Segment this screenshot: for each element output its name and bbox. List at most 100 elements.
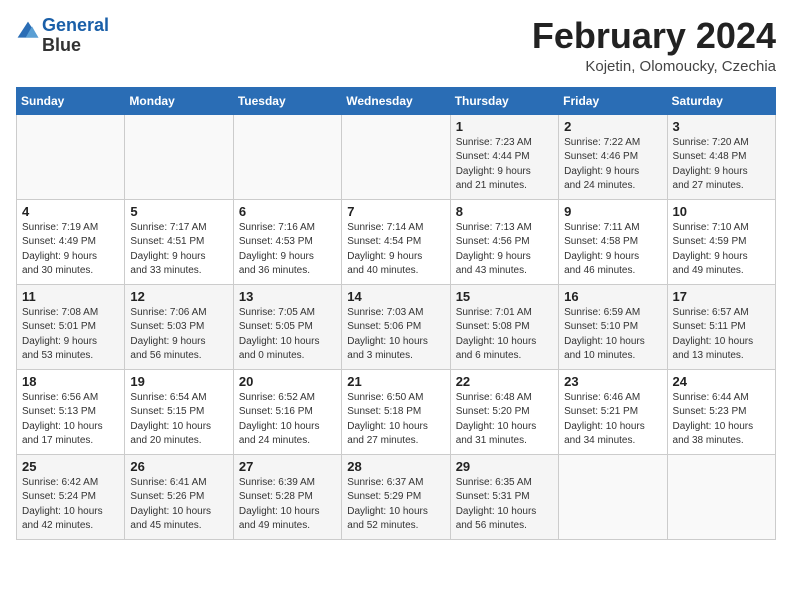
day-info: Sunrise: 7:06 AM Sunset: 5:03 PM Dayligh…	[130, 306, 227, 364]
week-row-2: 4 Sunrise: 7:19 AM Sunset: 4:49 PM Daylig…	[17, 199, 776, 284]
day-info: Sunrise: 6:35 AM Sunset: 5:31 PM Dayligh…	[456, 476, 553, 534]
calendar-cell: 15Sunrise: 7:01 AM Sunset: 5:08 PM Dayli…	[450, 284, 558, 369]
day-number: 16	[564, 289, 661, 304]
day-info: Sunrise: 6:57 AM Sunset: 5:11 PM Dayligh…	[673, 306, 770, 364]
day-info: Sunrise: 7:05 AM Sunset: 5:05 PM Dayligh…	[239, 306, 336, 364]
day-header-wednesday: Wednesday	[342, 87, 450, 114]
calendar-cell: 6 Sunrise: 7:16 AM Sunset: 4:53 PM Daylig…	[233, 199, 341, 284]
day-number: 13	[239, 289, 336, 304]
week-row-4: 18 Sunrise: 6:56 AM Sunset: 5:13 PM Dayli…	[17, 369, 776, 454]
calendar-cell: 25 Sunrise: 6:42 AM Sunset: 5:24 PM Dayli…	[17, 454, 125, 539]
calendar-cell: 3Sunrise: 7:20 AM Sunset: 4:48 PM Daylig…	[667, 114, 775, 199]
day-info: Sunrise: 7:13 AM Sunset: 4:56 PM Dayligh…	[456, 221, 553, 279]
day-number: 27	[239, 459, 336, 474]
week-row-3: 11 Sunrise: 7:08 AM Sunset: 5:01 PM Dayli…	[17, 284, 776, 369]
calendar-cell: 7 Sunrise: 7:14 AM Sunset: 4:54 PM Daylig…	[342, 199, 450, 284]
day-info: Sunrise: 7:14 AM Sunset: 4:54 PM Dayligh…	[347, 221, 444, 279]
calendar-cell: 24 Sunrise: 6:44 AM Sunset: 5:23 PM Dayli…	[667, 369, 775, 454]
calendar-cell: 4 Sunrise: 7:19 AM Sunset: 4:49 PM Daylig…	[17, 199, 125, 284]
day-number: 17	[673, 289, 770, 304]
calendar-cell: 29Sunrise: 6:35 AM Sunset: 5:31 PM Dayli…	[450, 454, 558, 539]
calendar-cell: 1 Sunrise: 7:23 AM Sunset: 4:44 PM Daylig…	[450, 114, 558, 199]
calendar-cell: 22 Sunrise: 6:48 AM Sunset: 5:20 PM Dayli…	[450, 369, 558, 454]
day-number: 21	[347, 374, 444, 389]
day-number: 12	[130, 289, 227, 304]
day-number: 23	[564, 374, 661, 389]
day-info: Sunrise: 7:10 AM Sunset: 4:59 PM Dayligh…	[673, 221, 770, 279]
day-info: Sunrise: 6:37 AM Sunset: 5:29 PM Dayligh…	[347, 476, 444, 534]
calendar-header: SundayMondayTuesdayWednesdayThursdayFrid…	[17, 87, 776, 114]
day-info: Sunrise: 6:54 AM Sunset: 5:15 PM Dayligh…	[130, 391, 227, 449]
calendar-cell: 18 Sunrise: 6:56 AM Sunset: 5:13 PM Dayli…	[17, 369, 125, 454]
calendar-cell: 14 Sunrise: 7:03 AM Sunset: 5:06 PM Dayli…	[342, 284, 450, 369]
day-info: Sunrise: 6:41 AM Sunset: 5:26 PM Dayligh…	[130, 476, 227, 534]
day-number: 14	[347, 289, 444, 304]
calendar-cell	[233, 114, 341, 199]
day-info: Sunrise: 7:11 AM Sunset: 4:58 PM Dayligh…	[564, 221, 661, 279]
day-info: Sunrise: 7:19 AM Sunset: 4:49 PM Dayligh…	[22, 221, 119, 279]
day-header-monday: Monday	[125, 87, 233, 114]
title-block: February 2024 Kojetin, Olomoucky, Czechi…	[532, 16, 776, 75]
day-header-friday: Friday	[559, 87, 667, 114]
day-header-thursday: Thursday	[450, 87, 558, 114]
day-number: 19	[130, 374, 227, 389]
day-number: 11	[22, 289, 119, 304]
calendar-body: 1 Sunrise: 7:23 AM Sunset: 4:44 PM Daylig…	[17, 114, 776, 539]
day-header-saturday: Saturday	[667, 87, 775, 114]
calendar-cell: 17 Sunrise: 6:57 AM Sunset: 5:11 PM Dayli…	[667, 284, 775, 369]
day-info: Sunrise: 7:23 AM Sunset: 4:44 PM Dayligh…	[456, 136, 553, 194]
day-number: 18	[22, 374, 119, 389]
logo-text: General Blue	[42, 16, 109, 56]
calendar-cell: 19 Sunrise: 6:54 AM Sunset: 5:15 PM Dayli…	[125, 369, 233, 454]
day-number: 26	[130, 459, 227, 474]
calendar-cell: 5 Sunrise: 7:17 AM Sunset: 4:51 PM Daylig…	[125, 199, 233, 284]
logo-icon	[16, 20, 40, 44]
day-info: Sunrise: 6:59 AM Sunset: 5:10 PM Dayligh…	[564, 306, 661, 364]
calendar-cell: 16 Sunrise: 6:59 AM Sunset: 5:10 PM Dayli…	[559, 284, 667, 369]
week-row-1: 1 Sunrise: 7:23 AM Sunset: 4:44 PM Daylig…	[17, 114, 776, 199]
calendar-cell: 13 Sunrise: 7:05 AM Sunset: 5:05 PM Dayli…	[233, 284, 341, 369]
calendar-cell	[559, 454, 667, 539]
day-info: Sunrise: 6:56 AM Sunset: 5:13 PM Dayligh…	[22, 391, 119, 449]
calendar-cell: 20Sunrise: 6:52 AM Sunset: 5:16 PM Dayli…	[233, 369, 341, 454]
day-number: 25	[22, 459, 119, 474]
calendar-cell: 11 Sunrise: 7:08 AM Sunset: 5:01 PM Dayli…	[17, 284, 125, 369]
week-row-5: 25 Sunrise: 6:42 AM Sunset: 5:24 PM Dayli…	[17, 454, 776, 539]
day-info: Sunrise: 7:16 AM Sunset: 4:53 PM Dayligh…	[239, 221, 336, 279]
day-number: 24	[673, 374, 770, 389]
day-number: 9	[564, 204, 661, 219]
day-info: Sunrise: 7:20 AM Sunset: 4:48 PM Dayligh…	[673, 136, 770, 194]
day-info: Sunrise: 7:03 AM Sunset: 5:06 PM Dayligh…	[347, 306, 444, 364]
calendar-cell: 9 Sunrise: 7:11 AM Sunset: 4:58 PM Daylig…	[559, 199, 667, 284]
day-number: 22	[456, 374, 553, 389]
month-year: February 2024	[532, 16, 776, 56]
day-info: Sunrise: 6:39 AM Sunset: 5:28 PM Dayligh…	[239, 476, 336, 534]
calendar-cell: 26 Sunrise: 6:41 AM Sunset: 5:26 PM Dayli…	[125, 454, 233, 539]
calendar-cell: 28 Sunrise: 6:37 AM Sunset: 5:29 PM Dayli…	[342, 454, 450, 539]
day-number: 4	[22, 204, 119, 219]
day-info: Sunrise: 6:48 AM Sunset: 5:20 PM Dayligh…	[456, 391, 553, 449]
calendar-cell: 27 Sunrise: 6:39 AM Sunset: 5:28 PM Dayli…	[233, 454, 341, 539]
day-number: 6	[239, 204, 336, 219]
day-info: Sunrise: 6:50 AM Sunset: 5:18 PM Dayligh…	[347, 391, 444, 449]
page-header: General Blue February 2024 Kojetin, Olom…	[16, 16, 776, 75]
day-info: Sunrise: 7:08 AM Sunset: 5:01 PM Dayligh…	[22, 306, 119, 364]
logo: General Blue	[16, 16, 109, 56]
day-number: 1	[456, 119, 553, 134]
calendar-cell: 10Sunrise: 7:10 AM Sunset: 4:59 PM Dayli…	[667, 199, 775, 284]
calendar-cell	[17, 114, 125, 199]
day-info: Sunrise: 6:52 AM Sunset: 5:16 PM Dayligh…	[239, 391, 336, 449]
day-header-sunday: Sunday	[17, 87, 125, 114]
calendar-cell: 23Sunrise: 6:46 AM Sunset: 5:21 PM Dayli…	[559, 369, 667, 454]
day-info: Sunrise: 7:17 AM Sunset: 4:51 PM Dayligh…	[130, 221, 227, 279]
day-info: Sunrise: 6:42 AM Sunset: 5:24 PM Dayligh…	[22, 476, 119, 534]
location: Kojetin, Olomoucky, Czechia	[532, 58, 776, 75]
day-number: 5	[130, 204, 227, 219]
calendar-cell	[342, 114, 450, 199]
day-number: 15	[456, 289, 553, 304]
calendar-cell: 21 Sunrise: 6:50 AM Sunset: 5:18 PM Dayli…	[342, 369, 450, 454]
day-info: Sunrise: 6:44 AM Sunset: 5:23 PM Dayligh…	[673, 391, 770, 449]
day-number: 7	[347, 204, 444, 219]
calendar-cell	[125, 114, 233, 199]
day-number: 28	[347, 459, 444, 474]
